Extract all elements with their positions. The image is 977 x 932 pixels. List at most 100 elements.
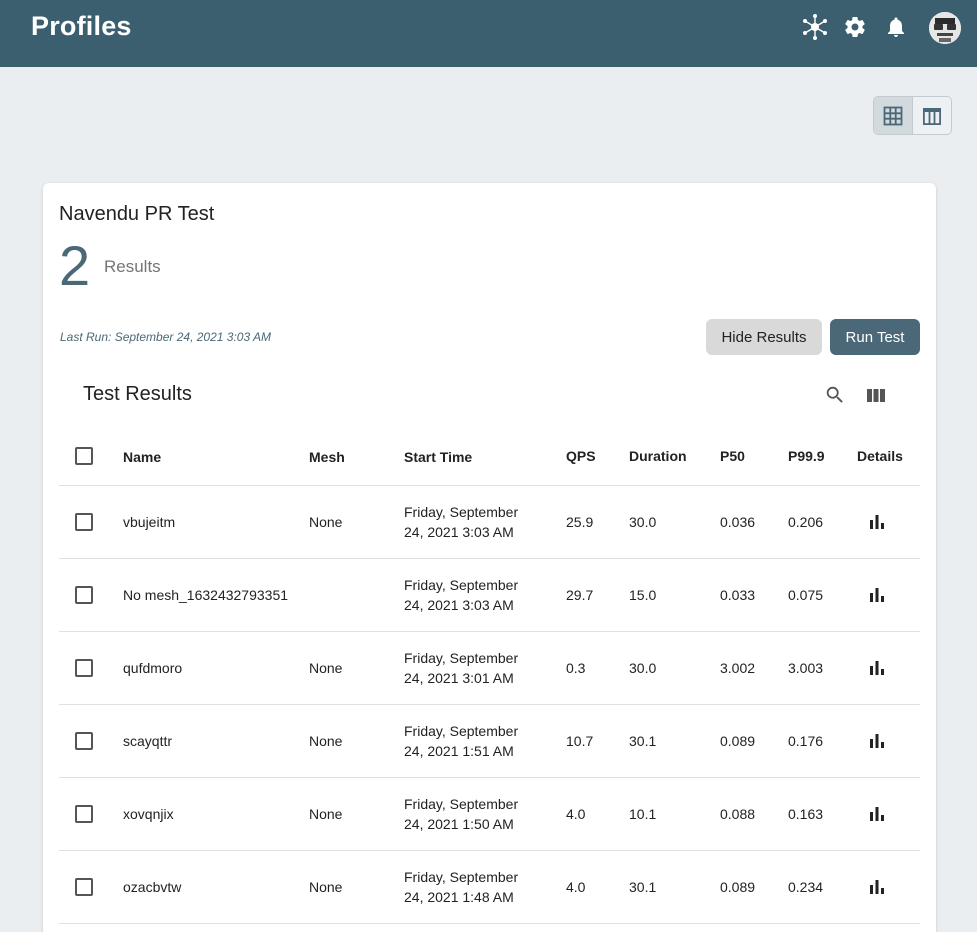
start-time-line-2: 24, 2021 3:03 AM	[404, 597, 514, 613]
start-time-line-2: 24, 2021 3:03 AM	[404, 524, 514, 540]
start-time-line-1: Friday, September	[404, 796, 519, 812]
table-row[interactable]: qufdmoro None Friday, September 24, 2021 3:…	[59, 632, 920, 705]
cell-p50: 0.036	[720, 514, 756, 530]
column-header-start-time[interactable]: Start Time	[404, 449, 544, 465]
table-row[interactable]: vbujeitm None Friday, September 24, 2021 3:…	[59, 486, 920, 559]
cell-p999: 3.003	[788, 660, 824, 676]
cell-duration: 30.0	[629, 660, 657, 676]
table-row[interactable]: ozacbvtw None Friday, September 24, 2021 1:…	[59, 851, 920, 924]
cell-duration: 15.0	[629, 587, 657, 603]
row-checkbox[interactable]	[75, 878, 93, 896]
cell-qps: 0.3	[566, 660, 586, 676]
profile-name: Navendu PR Test	[59, 203, 215, 225]
last-run-timestamp: Last Run: September 24, 2021 3:03 AM	[60, 330, 272, 344]
result-count: 2	[59, 234, 91, 297]
row-checkbox[interactable]	[75, 513, 93, 531]
row-checkbox[interactable]	[75, 659, 93, 677]
cell-mesh: None	[309, 879, 343, 895]
profile-card: Navendu PR Test 2 Results Last Run: Sept…	[43, 183, 936, 932]
cell-p50: 0.033	[720, 587, 756, 603]
cell-start-time: Friday, September 24, 2021 1:48 AM	[404, 867, 544, 907]
column-header-mesh[interactable]: Mesh	[309, 449, 345, 465]
column-header-name[interactable]: Name	[123, 449, 293, 465]
cell-start-time: Friday, September 24, 2021 3:03 AM	[404, 575, 544, 615]
column-header-qps[interactable]: QPS	[566, 448, 596, 464]
gear-icon[interactable]	[840, 12, 870, 42]
cell-start-time: Friday, September 24, 2021 1:51 AM	[404, 721, 544, 761]
cell-qps: 4.0	[566, 806, 586, 822]
bar-chart-icon[interactable]	[869, 587, 885, 603]
bar-chart-icon[interactable]	[869, 514, 885, 530]
column-header-p999[interactable]: P99.9	[788, 448, 825, 464]
start-time-line-1: Friday, September	[404, 869, 519, 885]
column-header-duration[interactable]: Duration	[629, 448, 687, 464]
cell-name: scayqttr	[123, 733, 173, 749]
mesh-network-icon[interactable]	[800, 12, 830, 42]
cell-mesh: None	[309, 660, 343, 676]
start-time-line-1: Friday, September	[404, 723, 519, 739]
table-row[interactable]: scayqttr None Friday, September 24, 2021 1:…	[59, 705, 920, 778]
cell-name: xovqnjix	[123, 806, 174, 822]
start-time-line-1: Friday, September	[404, 504, 519, 520]
start-time-line-2: 24, 2021 1:51 AM	[404, 743, 514, 759]
cell-name: vbujeitm	[123, 514, 176, 530]
cell-start-time: Friday, September 24, 2021 1:50 AM	[404, 794, 544, 834]
results-table: Name Mesh Start Time QPS Duration P50 P9…	[59, 421, 920, 924]
row-checkbox[interactable]	[75, 586, 93, 604]
select-all-checkbox[interactable]	[75, 447, 93, 465]
cell-p50: 0.089	[720, 879, 756, 895]
table-body: vbujeitm None Friday, September 24, 2021 3:…	[59, 486, 920, 924]
view-toggle	[873, 96, 952, 135]
cell-mesh: None	[309, 733, 343, 749]
top-app-bar: Profiles	[0, 0, 977, 67]
cell-p999: 0.075	[788, 587, 824, 603]
search-icon[interactable]	[823, 383, 847, 407]
grid-view-icon[interactable]	[874, 97, 913, 134]
cell-qps: 29.7	[566, 587, 594, 603]
result-count-label: Results	[104, 257, 161, 276]
bell-icon[interactable]	[881, 12, 911, 42]
row-checkbox[interactable]	[75, 805, 93, 823]
table-view-icon[interactable]	[913, 97, 952, 134]
start-time-line-1: Friday, September	[404, 577, 519, 593]
table-header-row: Name Mesh Start Time QPS Duration P50 P9…	[59, 421, 920, 486]
table-row[interactable]: xovqnjix None Friday, September 24, 2021 1:…	[59, 778, 920, 851]
cell-p999: 0.176	[788, 733, 824, 749]
cell-mesh: None	[309, 806, 343, 822]
bar-chart-icon[interactable]	[869, 879, 885, 895]
cell-mesh: None	[309, 514, 343, 530]
cell-name: qufdmoro	[123, 660, 183, 676]
bar-chart-icon[interactable]	[869, 806, 885, 822]
bar-chart-icon[interactable]	[869, 660, 885, 676]
cell-duration: 30.1	[629, 879, 657, 895]
cell-name: No mesh_1632432793351	[123, 587, 289, 603]
cell-p999: 0.163	[788, 806, 824, 822]
cell-duration: 10.1	[629, 806, 657, 822]
cell-duration: 30.0	[629, 514, 657, 530]
cell-p999: 0.206	[788, 514, 824, 530]
view-columns-icon[interactable]	[864, 383, 888, 407]
start-time-line-2: 24, 2021 1:48 AM	[404, 889, 514, 905]
column-header-details: Details	[857, 448, 903, 464]
cell-p50: 3.002	[720, 660, 756, 676]
cell-start-time: Friday, September 24, 2021 3:03 AM	[404, 502, 544, 542]
table-row[interactable]: No mesh_1632432793351 Friday, September 24…	[59, 559, 920, 632]
page-title: Profiles	[31, 11, 132, 41]
cell-qps: 4.0	[566, 879, 586, 895]
cell-start-time: Friday, September 24, 2021 3:01 AM	[404, 648, 544, 688]
hide-results-button[interactable]: Hide Results	[706, 319, 822, 355]
column-header-p50[interactable]: P50	[720, 448, 745, 464]
avatar[interactable]	[929, 12, 961, 44]
cell-p50: 0.089	[720, 733, 756, 749]
cell-p999: 0.234	[788, 879, 824, 895]
run-test-button[interactable]: Run Test	[830, 319, 920, 355]
bar-chart-icon[interactable]	[869, 733, 885, 749]
row-checkbox[interactable]	[75, 732, 93, 750]
cell-qps: 25.9	[566, 514, 594, 530]
start-time-line-2: 24, 2021 1:50 AM	[404, 816, 514, 832]
cell-qps: 10.7	[566, 733, 594, 749]
cell-duration: 30.1	[629, 733, 657, 749]
test-results-title: Test Results	[83, 383, 192, 405]
start-time-line-2: 24, 2021 3:01 AM	[404, 670, 514, 686]
cell-p50: 0.088	[720, 806, 756, 822]
